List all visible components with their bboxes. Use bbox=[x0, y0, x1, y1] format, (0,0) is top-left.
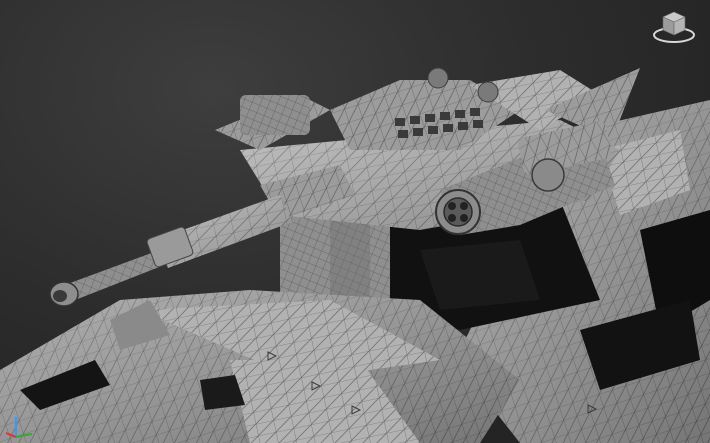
axis-gizmo-icon bbox=[5, 417, 33, 438]
viewcube-icon[interactable] bbox=[652, 8, 696, 44]
3d-viewport[interactable] bbox=[0, 0, 710, 443]
mech-tank-model-render[interactable] bbox=[0, 0, 710, 443]
